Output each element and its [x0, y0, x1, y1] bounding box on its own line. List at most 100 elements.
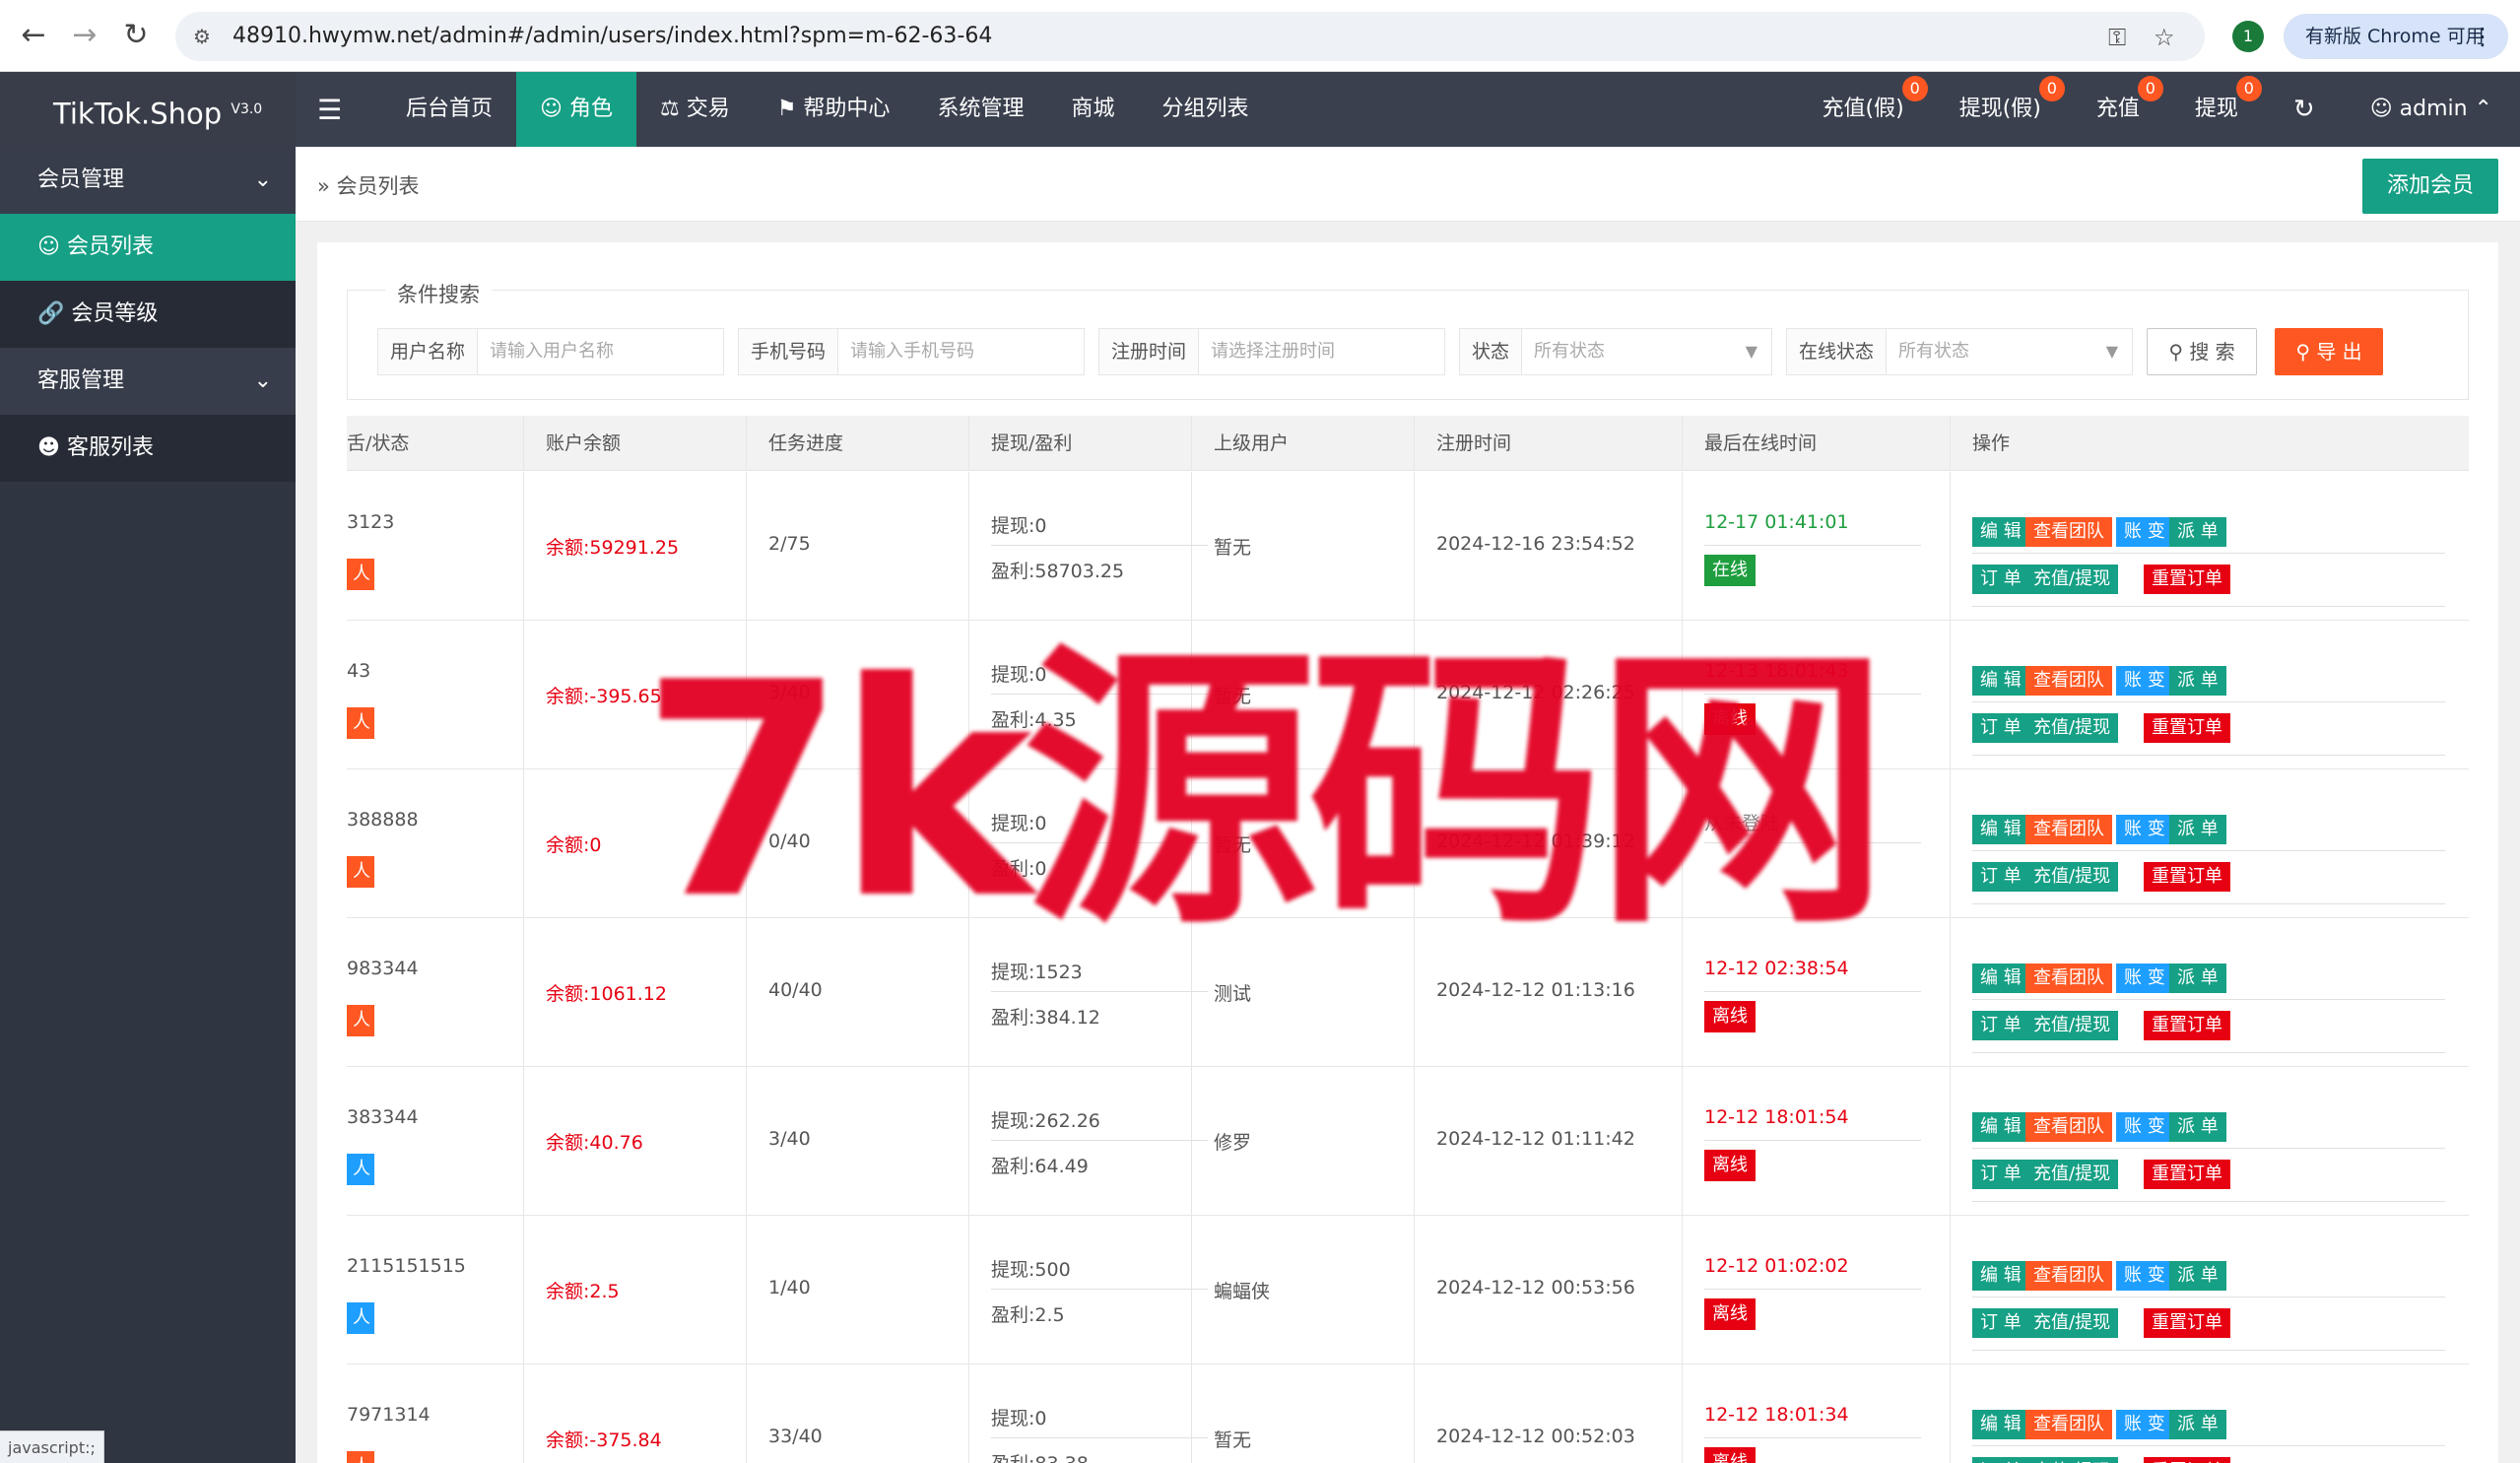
chrome-update-button[interactable]: 有新版 Chrome 可用 ⋮ [2284, 14, 2508, 59]
reload-icon[interactable]: ↻ [118, 18, 154, 53]
balance-change-button[interactable]: 账 变 [2116, 1112, 2173, 1142]
edit-button[interactable]: 编 辑 [1972, 1410, 2029, 1439]
balance-change-button[interactable]: 账 变 [2116, 964, 2173, 993]
recharge-withdraw-button[interactable]: 充值/提现 [2025, 565, 2119, 594]
actions-cell: 编 辑查看团队账 变派 单 订 单充值/提现重置订单 [1951, 1067, 2469, 1216]
edit-button[interactable]: 编 辑 [1972, 815, 2029, 844]
phone-filter: 手机号码 请输入手机号码 [738, 328, 1085, 375]
bookmark-star-icon[interactable]: ☆ [2154, 24, 2175, 51]
reset-orders-button[interactable]: 重置订单 [2144, 1011, 2230, 1040]
nav-system[interactable]: 系统管理 [913, 72, 1047, 147]
balance-change-button[interactable]: 账 变 [2116, 1410, 2173, 1439]
dispatch-order-button[interactable]: 派 单 [2169, 815, 2226, 844]
recharge-withdraw-button[interactable]: 充值/提现 [2025, 862, 2119, 892]
orders-button[interactable]: 订 单 [1972, 1011, 2029, 1040]
key-icon[interactable]: ⚿ [2108, 24, 2126, 51]
reset-orders-button[interactable]: 重置订单 [2144, 713, 2230, 743]
refresh-icon[interactable]: ↻ [2266, 72, 2343, 147]
phone-input[interactable]: 请输入手机号码 [838, 329, 1084, 374]
reset-orders-button[interactable]: 重置订单 [2144, 862, 2230, 892]
hamburger-menu-icon[interactable]: ☰ [317, 94, 342, 126]
view-team-button[interactable]: 查看团队 [2025, 1261, 2112, 1291]
user-menu[interactable]: ☺ admin ⌃ [2343, 72, 2520, 147]
orders-button[interactable]: 订 单 [1972, 1457, 2029, 1463]
add-member-button[interactable]: 添加会员 [2362, 159, 2498, 214]
username-text: 7971314 [347, 1404, 431, 1426]
edit-button[interactable]: 编 辑 [1972, 1112, 2029, 1142]
nav-fake-withdraw[interactable]: 提现(假) 0 [1932, 72, 2069, 147]
address-bar[interactable]: ⚙ 48910.hwymw.net/admin#/admin/users/ind… [175, 12, 2205, 61]
nav-home[interactable]: 后台首页 [382, 72, 516, 147]
status-select[interactable]: 所有状态 ▼ [1522, 329, 1771, 374]
recharge-withdraw-button[interactable]: 充值/提现 [2025, 1308, 2119, 1338]
dispatch-order-button[interactable]: 派 单 [2169, 1261, 2226, 1291]
divider [1704, 1140, 1921, 1141]
view-team-button[interactable]: 查看团队 [2025, 666, 2112, 696]
dispatch-order-button[interactable]: 派 单 [2169, 1112, 2226, 1142]
balance-change-button[interactable]: 账 变 [2116, 815, 2173, 844]
nav-mall[interactable]: 商城 [1047, 72, 1138, 147]
nav-help[interactable]: ⚑ 帮助中心 [754, 72, 914, 147]
orders-button[interactable]: 订 单 [1972, 713, 2029, 743]
reset-orders-button[interactable]: 重置订单 [2144, 565, 2230, 594]
nav-trade[interactable]: ⚖ 交易 [636, 72, 754, 147]
profile-avatar[interactable]: 1 [2232, 21, 2264, 52]
reset-orders-button[interactable]: 重置订单 [2144, 1457, 2230, 1463]
reset-orders-button[interactable]: 重置订单 [2144, 1160, 2230, 1189]
url-text[interactable]: 48910.hwymw.net/admin#/admin/users/index… [232, 24, 992, 48]
dispatch-order-button[interactable]: 派 单 [2169, 666, 2226, 696]
edit-button[interactable]: 编 辑 [1972, 964, 2029, 993]
sidebar-item-service-list[interactable]: ☻ 客服列表 [0, 415, 296, 482]
export-button[interactable]: ⚲ 导 出 [2275, 328, 2383, 375]
app-logo[interactable]: TikTok.Shop V3.0 [0, 72, 296, 147]
sidebar-item-member-levels[interactable]: 🔗 会员等级 [0, 281, 296, 348]
edit-button[interactable]: 编 辑 [1972, 517, 2029, 547]
orders-button[interactable]: 订 单 [1972, 1308, 2029, 1338]
sidebar-group-members[interactable]: 会员管理 ⌄ [0, 147, 296, 214]
nav-groups[interactable]: 分组列表 [1138, 72, 1272, 147]
search-button[interactable]: ⚲ 搜 索 [2147, 328, 2257, 375]
chevron-down-icon: ⌄ [253, 167, 272, 192]
nav-roles[interactable]: ☺ 角色 [516, 72, 636, 147]
view-team-button[interactable]: 查看团队 [2025, 964, 2112, 993]
site-settings-icon[interactable]: ⚙ [193, 25, 211, 48]
orders-button[interactable]: 订 单 [1972, 1160, 2029, 1189]
balance-change-button[interactable]: 账 变 [2116, 1261, 2173, 1291]
dispatch-order-button[interactable]: 派 单 [2169, 1410, 2226, 1439]
online-status-select[interactable]: 所有状态 ▼ [1887, 329, 2132, 374]
forward-arrow-icon[interactable]: → [67, 18, 102, 53]
profit-text: 盈利:2.5 [991, 1304, 1065, 1326]
kebab-menu-icon[interactable]: ⋮ [2471, 14, 2494, 59]
edit-button[interactable]: 编 辑 [1972, 1261, 2029, 1291]
parent-user-text: 测试 [1214, 983, 1252, 1005]
recharge-withdraw-button[interactable]: 充值/提现 [2025, 1160, 2119, 1189]
back-arrow-icon[interactable]: ← [16, 18, 51, 53]
divider [1972, 606, 2445, 607]
divider [1972, 1201, 2445, 1202]
reset-orders-button[interactable]: 重置订单 [2144, 1308, 2230, 1338]
orders-button[interactable]: 订 单 [1972, 565, 2029, 594]
username-input[interactable]: 请输入用户名称 [478, 329, 723, 374]
sidebar-item-member-list[interactable]: ☺ 会员列表 [0, 214, 296, 281]
register-time-input[interactable]: 请选择注册时间 [1199, 329, 1444, 374]
recharge-withdraw-button[interactable]: 充值/提现 [2025, 713, 2119, 743]
view-team-button[interactable]: 查看团队 [2025, 517, 2112, 547]
recharge-withdraw-button[interactable]: 充值/提现 [2025, 1011, 2119, 1040]
edit-button[interactable]: 编 辑 [1972, 666, 2029, 696]
nav-fake-recharge[interactable]: 充值(假) 0 [1795, 72, 1932, 147]
view-team-button[interactable]: 查看团队 [2025, 815, 2112, 844]
balance-change-button[interactable]: 账 变 [2116, 666, 2173, 696]
dispatch-order-button[interactable]: 派 单 [2169, 964, 2226, 993]
dispatch-order-button[interactable]: 派 单 [2169, 517, 2226, 547]
nav-withdraw[interactable]: 提现 0 [2167, 72, 2266, 147]
view-team-button[interactable]: 查看团队 [2025, 1112, 2112, 1142]
orders-button[interactable]: 订 单 [1972, 862, 2029, 892]
nav-recharge[interactable]: 充值 0 [2069, 72, 2167, 147]
balance-change-button[interactable]: 账 变 [2116, 517, 2173, 547]
filter-label: 状态 [1460, 329, 1523, 374]
recharge-withdraw-button[interactable]: 充值/提现 [2025, 1457, 2119, 1463]
sidebar-group-service[interactable]: 客服管理 ⌄ [0, 348, 296, 415]
online-status-tag: 离线 [1704, 1001, 1756, 1032]
view-team-button[interactable]: 查看团队 [2025, 1410, 2112, 1439]
user-cell: 983344 人 [347, 918, 524, 1067]
